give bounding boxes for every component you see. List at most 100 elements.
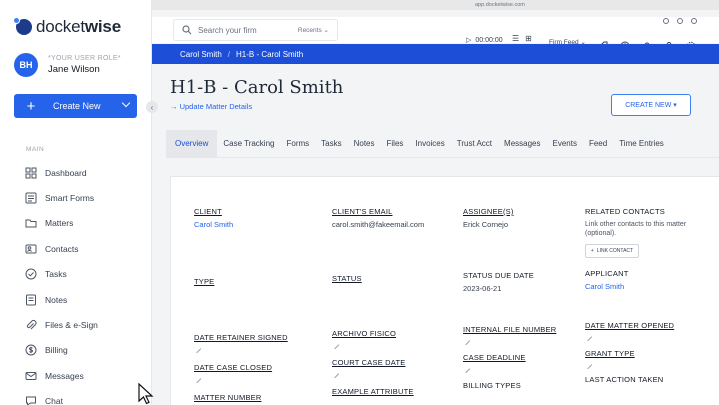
- applicant-field: APPLICANT Carol Smith: [585, 269, 628, 291]
- breadcrumb-parent[interactable]: Carol Smith: [180, 50, 222, 59]
- link-contact-button[interactable]: + LINK CONTACT: [585, 244, 639, 259]
- user-profile[interactable]: BH *YOUR USER ROLE* Jane Wilson: [14, 53, 121, 77]
- recents-label: Recents: [297, 27, 322, 34]
- edit-pencil-icon[interactable]: [192, 344, 202, 354]
- matter-number-label: MATTER NUMBER: [194, 393, 262, 402]
- tab-notes[interactable]: Notes: [348, 130, 381, 158]
- create-new-dropdown-button[interactable]: CREATE NEW ▾: [611, 94, 691, 116]
- tab-files[interactable]: Files: [381, 130, 410, 158]
- tab-forms[interactable]: Forms: [280, 130, 315, 158]
- avatar: BH: [14, 53, 38, 77]
- applicant-value[interactable]: Carol Smith: [585, 282, 628, 291]
- billing-types-label: BILLING TYPES: [463, 381, 521, 390]
- mouse-cursor-icon: [138, 383, 154, 405]
- sidebar-item-label: Tasks: [45, 269, 67, 280]
- sidebar-item-billing[interactable]: Billing: [25, 338, 98, 363]
- related-contacts-field: RELATED CONTACTS Link other contacts to …: [585, 207, 715, 259]
- edit-pencil-icon[interactable]: [583, 332, 593, 342]
- logo-text-light: docket: [36, 17, 85, 36]
- create-new-button[interactable]: + Create New: [14, 94, 137, 118]
- sidebar-collapse-button[interactable]: ‹: [146, 101, 158, 113]
- archivo-fisico-label: ARCHIVO FISICO: [332, 329, 397, 338]
- tab-invoices[interactable]: Invoices: [409, 130, 450, 158]
- sidebar-item-smart-forms[interactable]: Smart Forms: [25, 185, 98, 210]
- tab-case-tracking[interactable]: Case Tracking: [217, 130, 280, 158]
- status-due-date-label: STATUS DUE DATE: [463, 271, 534, 280]
- matter-overview-card: CLIENT Carol Smith CLIENT'S EMAIL carol.…: [170, 176, 719, 405]
- section-main-label: MAIN: [26, 146, 45, 153]
- example-attribute-field: EXAMPLE ATTRIBUTE: [332, 387, 414, 396]
- edit-pencil-icon[interactable]: [583, 360, 593, 370]
- status-due-date-field: STATUS DUE DATE 2023-06-21: [463, 271, 534, 293]
- applicant-label: APPLICANT: [585, 269, 629, 278]
- play-icon[interactable]: ▷: [466, 36, 471, 44]
- forms-icon: [25, 192, 37, 204]
- envelope-icon: [25, 370, 37, 382]
- list-icon[interactable]: ☰: [512, 34, 519, 43]
- date-case-closed-label: DATE CASE CLOSED: [194, 363, 273, 372]
- browser-control-icon[interactable]: [691, 18, 697, 24]
- client-email-value: carol.smith@fakeemail.com: [332, 220, 425, 229]
- tab-trust-acct[interactable]: Trust Acct: [451, 130, 498, 158]
- plus-icon: +: [26, 97, 36, 115]
- billing-types-field: BILLING TYPES: [463, 381, 521, 390]
- user-name: Jane Wilson: [48, 64, 100, 75]
- date-case-closed-field: DATE CASE CLOSED: [192, 363, 273, 384]
- related-contacts-label: RELATED CONTACTS: [585, 207, 666, 216]
- docketwise-logo[interactable]: docketwise: [13, 17, 121, 37]
- client-email-field: CLIENT'S EMAIL carol.smith@fakeemail.com: [332, 207, 424, 229]
- grant-type-field: GRANT TYPE: [583, 349, 635, 370]
- sidebar-item-messages[interactable]: Messages: [25, 363, 98, 388]
- edit-pencil-icon[interactable]: [330, 340, 340, 350]
- recents-dropdown[interactable]: Recents ⌄: [298, 26, 329, 34]
- user-role: *YOUR USER ROLE*: [48, 55, 121, 62]
- sidebar: docketwise BH *YOUR USER ROLE* Jane Wils…: [0, 0, 152, 405]
- grant-type-label: GRANT TYPE: [585, 349, 635, 358]
- last-action-taken-field: LAST ACTION TAKEN: [585, 375, 663, 384]
- tab-events[interactable]: Events: [547, 130, 583, 158]
- tab-overview[interactable]: Overview: [166, 129, 218, 158]
- related-contacts-help: Link other contacts to this matter (opti…: [585, 221, 687, 238]
- sidebar-item-dashboard[interactable]: Dashboard: [25, 160, 98, 185]
- court-case-date-field: COURT CASE DATE: [330, 358, 406, 379]
- folder-icon: [25, 217, 37, 229]
- court-case-date-label: COURT CASE DATE: [332, 358, 406, 367]
- sidebar-item-tasks[interactable]: Tasks: [25, 262, 98, 287]
- edit-pencil-icon[interactable]: [330, 369, 340, 379]
- create-new-label: Create New: [53, 101, 101, 111]
- edit-pencil-icon[interactable]: [461, 364, 471, 374]
- status-label: STATUS: [332, 274, 362, 283]
- search-input[interactable]: Search your firm Recents ⌄: [173, 19, 338, 41]
- tab-messages[interactable]: Messages: [498, 130, 546, 158]
- sidebar-item-notes[interactable]: Notes: [25, 287, 98, 312]
- matter-number-field: MATTER NUMBER: [194, 393, 261, 402]
- tab-tasks[interactable]: Tasks: [315, 130, 347, 158]
- sidebar-item-chat[interactable]: Chat: [25, 389, 98, 405]
- timer[interactable]: ▷ 00:00:00: [466, 36, 503, 45]
- type-field: TYPE: [194, 277, 214, 286]
- paperclip-icon: [25, 319, 37, 331]
- breadcrumb: Carol Smith / H1-B - Carol Smith: [152, 44, 719, 64]
- assignees-label: ASSIGNEE(S): [463, 207, 514, 216]
- chevron-down-icon[interactable]: [121, 98, 131, 108]
- person-card-icon: [25, 243, 37, 255]
- chat-icon: [25, 395, 37, 405]
- browser-control-icon[interactable]: [663, 18, 669, 24]
- note-icon: [25, 294, 37, 306]
- add-square-icon[interactable]: ⊞: [525, 34, 532, 43]
- type-label: TYPE: [194, 277, 215, 286]
- matter-tabs: Overview Case Tracking Forms Tasks Notes…: [166, 129, 719, 158]
- tab-feed[interactable]: Feed: [583, 130, 613, 158]
- update-matter-details-link[interactable]: → Update Matter Details: [170, 102, 252, 111]
- sidebar-item-matters[interactable]: Matters: [25, 211, 98, 236]
- browser-url[interactable]: app.docketwise.com: [475, 2, 525, 8]
- sidebar-item-files-esign[interactable]: Files & e-Sign: [25, 312, 98, 337]
- browser-control-icon[interactable]: [677, 18, 683, 24]
- client-value[interactable]: Carol Smith: [194, 220, 233, 229]
- edit-pencil-icon[interactable]: [192, 374, 202, 384]
- tab-time-entries[interactable]: Time Entries: [613, 130, 670, 158]
- edit-pencil-icon[interactable]: [461, 336, 471, 346]
- internal-file-number-field: INTERNAL FILE NUMBER: [461, 325, 556, 346]
- sidebar-item-contacts[interactable]: Contacts: [25, 236, 98, 261]
- sidebar-item-label: Dashboard: [45, 167, 87, 178]
